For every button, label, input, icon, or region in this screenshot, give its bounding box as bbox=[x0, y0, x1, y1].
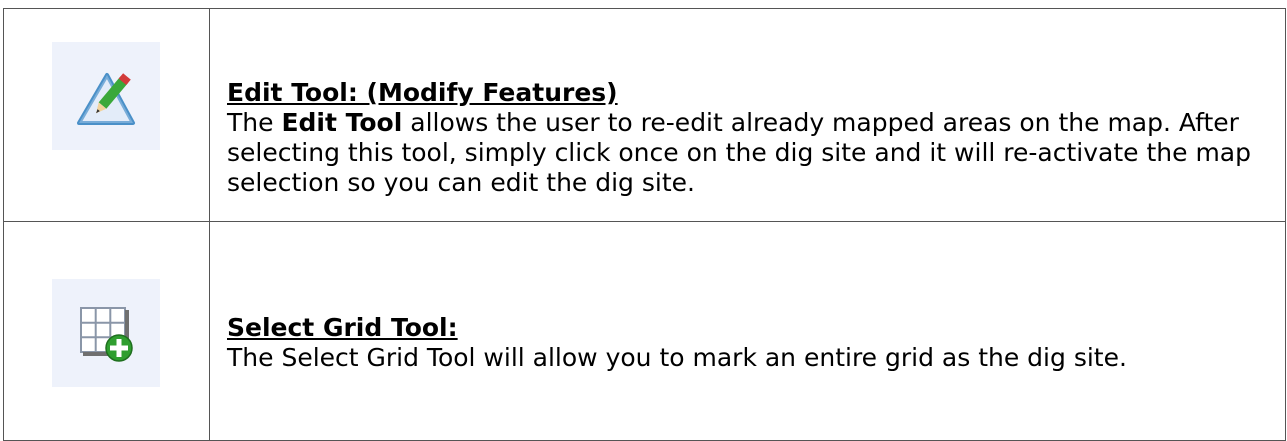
tool-table: Edit Tool: (Modify Features) The Edit To… bbox=[3, 8, 1286, 441]
table-row: Select Grid Tool: The Select Grid Tool w… bbox=[3, 221, 1286, 441]
description-cell: Edit Tool: (Modify Features) The Edit To… bbox=[209, 8, 1286, 222]
icon-cell bbox=[3, 221, 210, 441]
select-grid-tool-icon bbox=[52, 279, 160, 387]
description-cell: Select Grid Tool: The Select Grid Tool w… bbox=[209, 221, 1286, 441]
edit-tool-body-lead: The bbox=[227, 108, 282, 137]
edit-tool-description: Edit Tool: (Modify Features) The Edit To… bbox=[227, 78, 1273, 198]
select-grid-tool-description: Select Grid Tool: The Select Grid Tool w… bbox=[227, 313, 1273, 373]
icon-cell bbox=[3, 8, 210, 222]
select-grid-tool-heading: Select Grid Tool: bbox=[227, 313, 458, 342]
select-grid-tool-body: The Select Grid Tool will allow you to m… bbox=[227, 343, 1127, 372]
edit-tool-heading: Edit Tool: (Modify Features) bbox=[227, 78, 618, 107]
table-row: Edit Tool: (Modify Features) The Edit To… bbox=[3, 8, 1286, 222]
edit-tool-bold-term: Edit Tool bbox=[281, 108, 403, 137]
edit-tool-body: The Edit Tool allows the user to re-edit… bbox=[227, 108, 1273, 198]
edit-tool-icon bbox=[52, 42, 160, 150]
